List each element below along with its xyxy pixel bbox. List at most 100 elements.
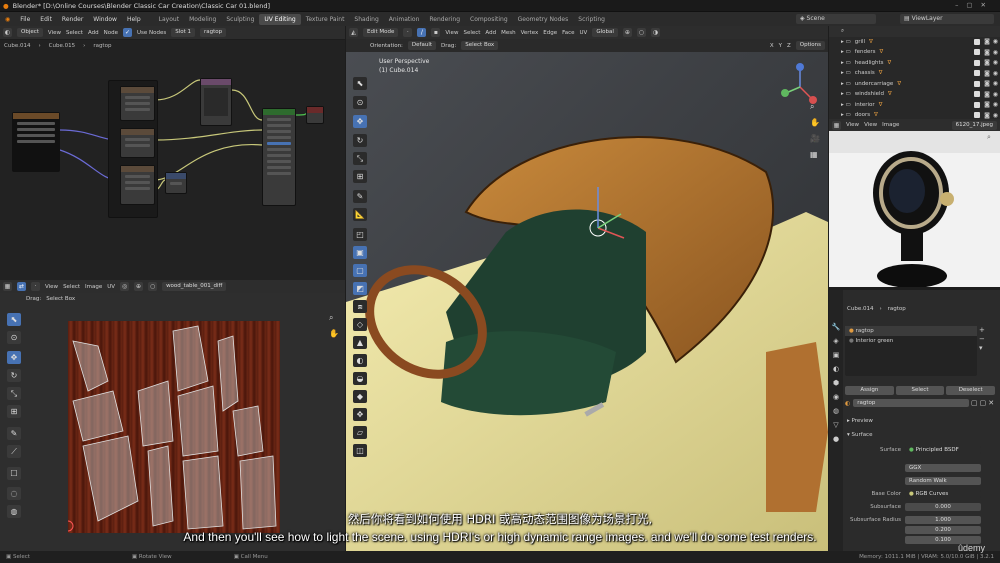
- vertex-select-mode-icon[interactable]: ·: [403, 28, 413, 37]
- outliner-item[interactable]: ▸ ▭ undercarriage ∇ ◙ ◉: [829, 79, 1000, 90]
- slot-dropdown[interactable]: Slot 1: [171, 28, 196, 37]
- tab-layout[interactable]: Layout: [154, 14, 184, 25]
- outliner-item[interactable]: ▸ ▭ headlights ∇ ◙ ◉: [829, 58, 1000, 69]
- pan-hand-icon[interactable]: ✋: [329, 329, 339, 338]
- distribution-dropdown[interactable]: GGX: [905, 464, 981, 472]
- scale-tool-icon[interactable]: ⤡: [353, 152, 367, 165]
- scene-selector[interactable]: ◈ Scene: [796, 14, 876, 24]
- uv-menu-uv[interactable]: UV: [107, 284, 115, 290]
- menu-render[interactable]: Render: [57, 16, 88, 23]
- outliner-item[interactable]: ▸ ▭ grill ∇ ◙ ◉: [829, 37, 1000, 48]
- cursor-select-tool-icon[interactable]: ⬉: [7, 313, 21, 326]
- spin-tool-icon[interactable]: ◐: [353, 354, 367, 367]
- vp-menu-vertex[interactable]: Vertex: [521, 30, 539, 36]
- node-menu-view[interactable]: View: [48, 30, 61, 36]
- edit-mode-dropdown[interactable]: Edit Mode: [363, 28, 399, 37]
- proportional-icon[interactable]: ○: [148, 282, 158, 291]
- image-editor-type-icon[interactable]: ▦: [832, 120, 841, 130]
- node-menu-add[interactable]: Add: [88, 30, 99, 36]
- camera-icon[interactable]: ◙: [984, 49, 990, 56]
- zoom-icon[interactable]: ⌕: [810, 102, 814, 112]
- uv-menu-view[interactable]: View: [45, 284, 58, 290]
- slot-list-controls[interactable]: + − ▾: [979, 326, 985, 353]
- move-tool-icon[interactable]: ✥: [7, 351, 21, 364]
- camera-icon[interactable]: ◙: [984, 80, 990, 87]
- editor-type-icon[interactable]: ◐: [3, 28, 12, 37]
- edge-select-mode-icon[interactable]: /: [417, 28, 427, 37]
- eye-icon[interactable]: ◉: [993, 70, 998, 77]
- surface-shader-field[interactable]: ● Principled BSDF: [905, 446, 981, 454]
- camera-icon[interactable]: ◙: [984, 112, 990, 119]
- outliner-item[interactable]: ▸ ▭ fenders ∇ ◙ ◉: [829, 47, 1000, 58]
- material-slot-item[interactable]: ● ragtop: [845, 326, 977, 336]
- camera-icon[interactable]: ◙: [984, 101, 990, 108]
- tab-scripting[interactable]: Scripting: [573, 14, 610, 25]
- menu-window[interactable]: Window: [88, 16, 122, 23]
- vp-menu-view[interactable]: View: [445, 30, 458, 36]
- img-menu-view-2[interactable]: View: [864, 122, 877, 128]
- subsurface-field[interactable]: 0.000: [905, 503, 981, 511]
- mix-node[interactable]: [120, 86, 155, 121]
- outliner-item[interactable]: ▸ ▭ doors ∇ ◙ ◉: [829, 110, 1000, 119]
- visibility-checkbox[interactable]: [974, 70, 980, 77]
- img-menu-image[interactable]: Image: [882, 122, 899, 128]
- loop-cut-tool-icon[interactable]: ⧈: [353, 300, 367, 313]
- reference-image-dropdown[interactable]: 6120_17.jpeg: [951, 120, 997, 130]
- eye-icon[interactable]: ◉: [993, 59, 998, 66]
- smooth-tool-icon[interactable]: ◒: [353, 372, 367, 385]
- visibility-checkbox[interactable]: [974, 49, 980, 56]
- deselect-button[interactable]: Deselect: [946, 386, 996, 395]
- material-datablock-controls[interactable]: ▢▢✕: [971, 399, 996, 407]
- camera-icon[interactable]: ◙: [984, 91, 990, 98]
- material-dropdown[interactable]: ragtop: [200, 28, 227, 37]
- eye-icon[interactable]: ◉: [993, 80, 998, 87]
- cursor-tool-icon[interactable]: ⊙: [353, 96, 367, 109]
- tab-texture-paint[interactable]: Texture Paint: [301, 14, 350, 25]
- eye-icon[interactable]: ◉: [993, 49, 998, 56]
- options-dropdown[interactable]: Options: [795, 41, 825, 50]
- snap-toggle-icon[interactable]: ⊕: [622, 28, 632, 37]
- outliner-item[interactable]: ▸ ▭ interior ∇ ◙ ◉: [829, 100, 1000, 111]
- node-menu-node[interactable]: Node: [104, 30, 118, 36]
- mirror-z[interactable]: Z: [787, 43, 791, 49]
- rip-tool-icon[interactable]: ◫: [353, 444, 367, 457]
- tab-compositing[interactable]: Compositing: [465, 14, 513, 25]
- vp-menu-edge[interactable]: Edge: [543, 30, 557, 36]
- scale-tool-icon[interactable]: ⤡: [7, 387, 21, 400]
- image-texture-node[interactable]: [12, 112, 60, 172]
- annotate-line-tool-icon[interactable]: ⟋: [7, 445, 21, 458]
- principled-bsdf-node[interactable]: [262, 108, 296, 206]
- uv-menu-image[interactable]: Image: [85, 284, 102, 290]
- material-slot-item[interactable]: ● Interior green: [845, 336, 977, 346]
- pivot-icon[interactable]: ◎: [120, 282, 130, 291]
- mix-node[interactable]: [120, 128, 155, 158]
- view-layer-selector[interactable]: ▤ ViewLayer: [900, 14, 994, 24]
- inset-tool-icon[interactable]: ▢: [353, 264, 367, 277]
- subsurface-method-dropdown[interactable]: Random Walk: [905, 477, 981, 485]
- face-select-mode-icon[interactable]: ▪: [431, 28, 441, 37]
- grab-tool-icon[interactable]: ☐: [7, 467, 21, 480]
- ortho-toggle-icon[interactable]: ▦: [810, 150, 818, 159]
- select-tool-icon[interactable]: ⬉: [353, 77, 367, 90]
- preview-panel-header[interactable]: ▸ Preview: [847, 418, 873, 424]
- rotate-tool-icon[interactable]: ↻: [353, 134, 367, 147]
- 3d-viewport[interactable]: User Perspective (1) Cube.014 ⬉ ⊙ ✥ ↻ ⤡ …: [346, 52, 828, 551]
- transform-orientation-dropdown[interactable]: Global: [592, 28, 618, 37]
- image-browse-dropdown[interactable]: wood_table_001_diff: [162, 282, 227, 291]
- outliner[interactable]: ⌕ ▸ ▭ grill ∇ ◙ ◉ ▸ ▭ fenders ∇ ◙ ◉ ▸ ▭ headlight…: [829, 26, 1000, 119]
- camera-icon[interactable]: ◙: [984, 38, 990, 45]
- pan-hand-icon[interactable]: ✋: [810, 118, 820, 127]
- vp-menu-mesh[interactable]: Mesh: [501, 30, 515, 36]
- zoom-icon[interactable]: ⌕: [987, 133, 991, 142]
- sync-selection-icon[interactable]: ⇄: [17, 282, 26, 291]
- transform-tool-icon[interactable]: ⊞: [7, 405, 21, 418]
- transform-tool-icon[interactable]: ⊞: [353, 170, 367, 183]
- visibility-checkbox[interactable]: [974, 101, 980, 108]
- vp-menu-face[interactable]: Face: [562, 30, 574, 36]
- select-button[interactable]: Select: [895, 386, 945, 395]
- visibility-checkbox[interactable]: [974, 38, 980, 45]
- menu-help[interactable]: Help: [122, 16, 146, 23]
- tab-uv-editing[interactable]: UV Editing: [259, 13, 301, 25]
- outliner-search-icon[interactable]: ⌕: [841, 28, 844, 35]
- menu-file[interactable]: File: [15, 16, 35, 23]
